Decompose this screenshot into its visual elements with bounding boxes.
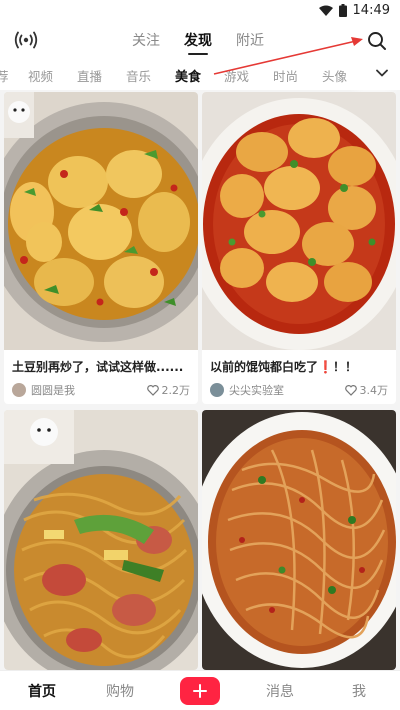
- nav-shop[interactable]: 购物: [106, 681, 134, 701]
- category-video[interactable]: 视频: [28, 66, 53, 85]
- card-image-spicy-noodles-bowl: [202, 410, 396, 670]
- category-more-button[interactable]: [364, 58, 400, 90]
- avatar[interactable]: [12, 383, 26, 397]
- feed-card[interactable]: 土豆别再炒了，试试这样做...... 圆圆是我 2.2万: [4, 92, 198, 404]
- status-time: 14:49: [352, 3, 390, 18]
- feed-card[interactable]: 以前的馄饨都白吃了❗！！ 尖尖实验室 3.4万: [202, 92, 396, 404]
- category-live[interactable]: 直播: [77, 66, 102, 85]
- category-games[interactable]: 游戏: [224, 66, 249, 85]
- feed-card[interactable]: [202, 410, 396, 670]
- card-title: 以前的馄饨都白吃了❗！！: [210, 360, 357, 374]
- card-author[interactable]: 圆圆是我: [31, 382, 147, 398]
- card-title: 土豆别再炒了，试试这样做......: [12, 360, 184, 374]
- card-meta: 圆圆是我 2.2万: [12, 380, 190, 400]
- status-icons: 14:49: [318, 3, 390, 18]
- feed-card[interactable]: [4, 410, 198, 670]
- like-count: 3.4万: [359, 384, 389, 397]
- live-button[interactable]: [14, 30, 38, 50]
- chevron-down-icon: [376, 69, 388, 77]
- top-navigation: 关注 发现 附近: [0, 22, 400, 58]
- search-button[interactable]: [366, 30, 388, 52]
- like-button[interactable]: 2.2万: [146, 382, 191, 398]
- avatar[interactable]: [210, 383, 224, 397]
- nav-me[interactable]: 我: [352, 681, 366, 701]
- category-avatar[interactable]: 头像: [322, 66, 347, 85]
- tab-discover[interactable]: 发现: [184, 30, 212, 50]
- heart-icon: [146, 384, 159, 396]
- tab-following[interactable]: 关注: [132, 30, 160, 50]
- heart-icon: [344, 384, 357, 396]
- card-meta: 尖尖实验室 3.4万: [210, 380, 388, 400]
- live-broadcast-icon: [14, 31, 38, 49]
- wifi-icon: [318, 5, 333, 16]
- status-bar: 14:49: [0, 0, 400, 22]
- bottom-navigation: 首页 购物 消息 我: [0, 670, 400, 710]
- card-image-wonton-chili-oil: [202, 92, 396, 350]
- category-music[interactable]: 音乐: [126, 66, 151, 85]
- battery-icon: [338, 4, 347, 17]
- discover-feed: 土豆别再炒了，试试这样做...... 圆圆是我 2.2万 以前的馄饨都白吃了❗！…: [0, 90, 400, 670]
- category-recommend[interactable]: 荐: [0, 66, 9, 85]
- category-fashion[interactable]: 时尚: [273, 66, 298, 85]
- like-count: 2.2万: [161, 384, 191, 397]
- nav-home[interactable]: 首页: [28, 681, 56, 701]
- card-image-fried-noodles-sausage: [4, 410, 198, 670]
- nav-messages[interactable]: 消息: [266, 681, 294, 701]
- tab-nearby[interactable]: 附近: [236, 30, 264, 50]
- category-food[interactable]: 美食: [175, 66, 201, 85]
- card-image-potato-dish: [4, 92, 198, 350]
- like-button[interactable]: 3.4万: [344, 382, 389, 398]
- card-author[interactable]: 尖尖实验室: [229, 382, 345, 398]
- category-bar: 荐 视频 直播 音乐 美食 游戏 时尚 头像: [0, 58, 400, 90]
- search-icon: [368, 32, 386, 50]
- create-post-button[interactable]: [180, 677, 220, 705]
